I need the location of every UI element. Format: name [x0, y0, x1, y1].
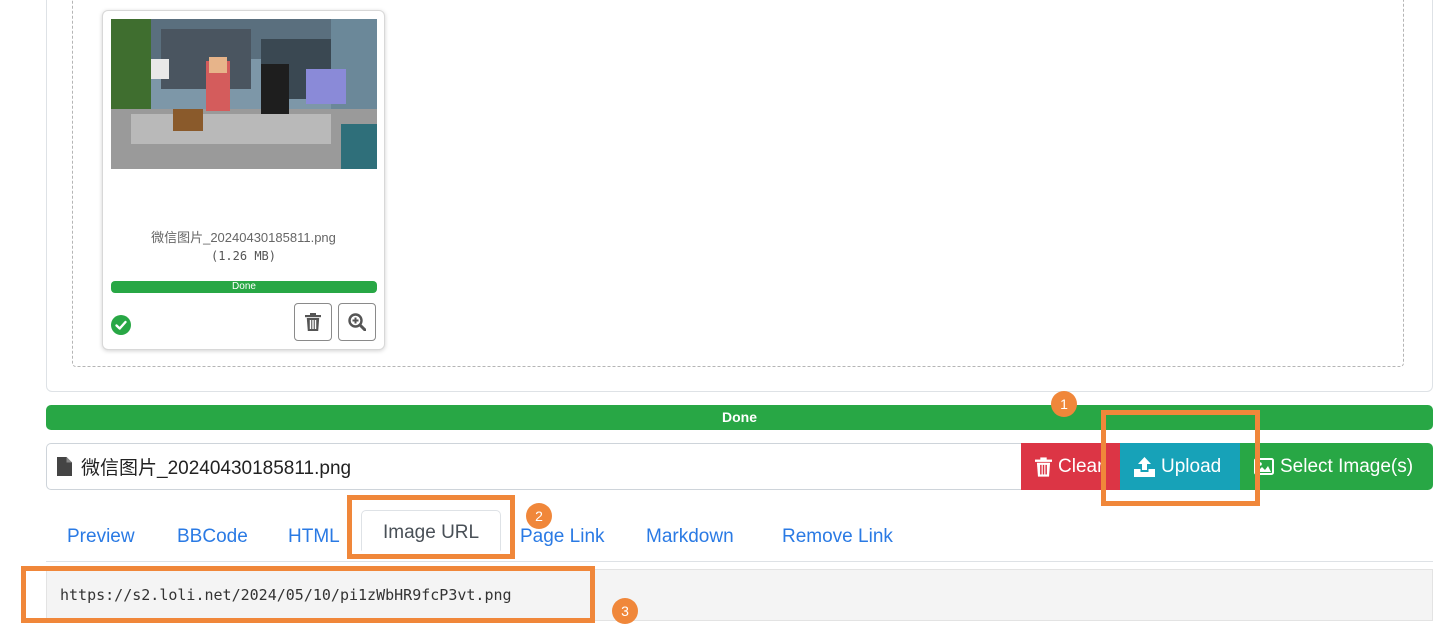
trash-icon — [1035, 456, 1052, 477]
file-size: (1.26 MB) — [210, 249, 277, 263]
zoom-file-button[interactable] — [338, 303, 376, 341]
file-caption[interactable]: 微信图片_20240430185811.png — [46, 443, 1022, 490]
file-progress-bar: Done — [111, 281, 377, 293]
annotation-badge-2: 2 — [526, 503, 552, 529]
file-name: 微信图片_20240430185811.png — [151, 230, 336, 245]
tab-remove-link[interactable]: Remove Link — [761, 522, 914, 562]
upload-progress-bar: Done — [46, 405, 1433, 430]
annotation-badge-3: 3 — [612, 598, 638, 624]
clear-button[interactable]: Clear — [1021, 443, 1120, 490]
file-input-group: 微信图片_20240430185811.png Clear Upload Sel… — [46, 443, 1433, 490]
tab-image-url[interactable]: Image URL — [361, 510, 502, 551]
file-caption-text: 微信图片_20240430185811.png — [81, 458, 352, 479]
tab-page-link[interactable]: Page Link — [499, 522, 626, 562]
delete-file-button[interactable] — [294, 303, 332, 341]
image-url-output[interactable]: https://s2.loli.net/2024/05/10/pi1zWbHR9… — [46, 569, 1433, 621]
image-icon — [1254, 458, 1274, 475]
output-format-tabs: Preview BBCode HTML Image URL Page Link … — [46, 510, 1433, 562]
upload-button-label: Upload — [1161, 455, 1222, 477]
tab-html[interactable]: HTML — [267, 522, 361, 562]
clear-button-label: Clear — [1058, 455, 1104, 477]
file-preview-card: 微信图片_20240430185811.png (1.26 MB) Done — [102, 10, 385, 350]
image-thumbnail[interactable] — [111, 19, 377, 169]
tab-bbcode[interactable]: BBCode — [156, 522, 269, 562]
check-circle-icon — [111, 315, 131, 335]
select-images-button[interactable]: Select Image(s) — [1240, 443, 1433, 490]
tab-markdown[interactable]: Markdown — [625, 522, 755, 562]
trash-icon — [305, 313, 321, 331]
select-images-button-label: Select Image(s) — [1280, 455, 1414, 477]
upload-icon — [1134, 456, 1155, 477]
file-icon — [57, 457, 72, 476]
upload-button[interactable]: Upload — [1120, 443, 1240, 490]
tab-preview[interactable]: Preview — [46, 522, 156, 562]
annotation-badge-1: 1 — [1051, 391, 1077, 417]
zoom-in-icon — [348, 313, 366, 331]
